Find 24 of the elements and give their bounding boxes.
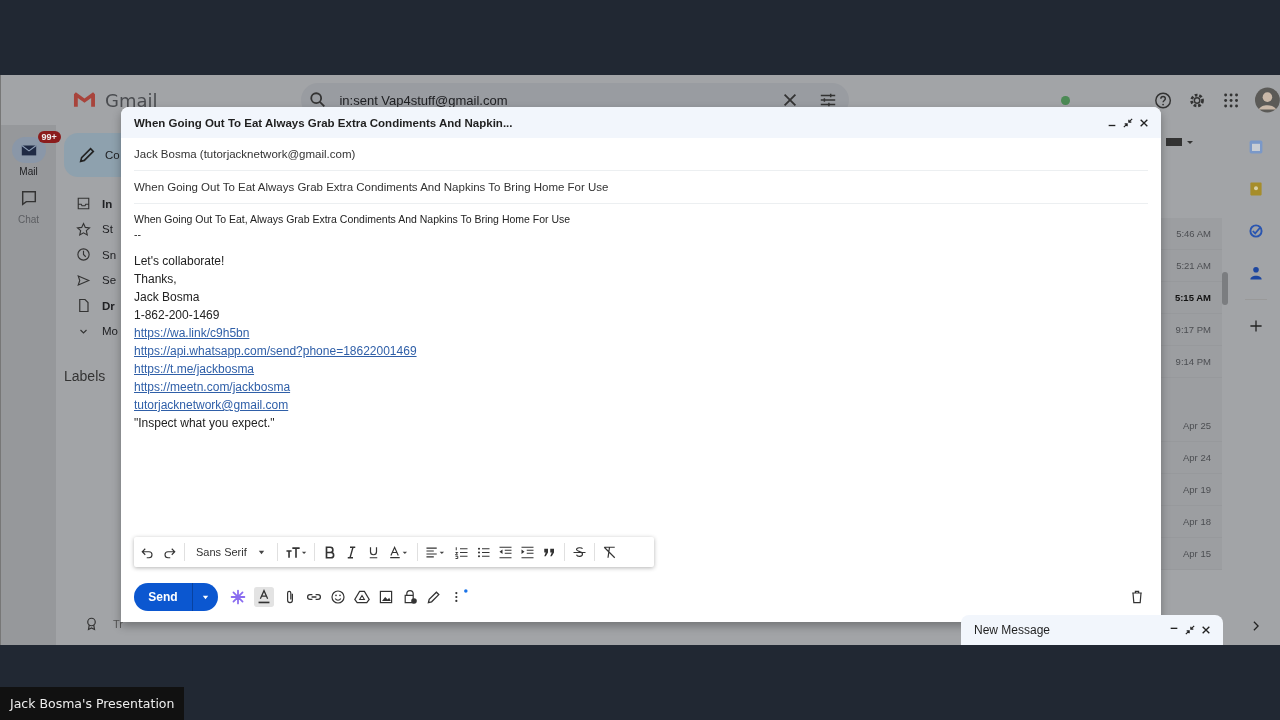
body-text: Thanks,	[134, 271, 177, 288]
body-text: When Going Out To Eat, Always Grab Extra Condiments And Napkins To Bring Home For Use	[134, 212, 571, 227]
unread-count: 99+	[37, 131, 61, 143]
body-text: 1-862-200-1469	[134, 307, 220, 324]
body-text: Let's collaborate!	[134, 253, 225, 270]
rail-label: Chat	[17, 214, 40, 225]
compose-title: New Message	[974, 623, 1052, 637]
body-text: Jack Bosma	[134, 289, 200, 306]
message-time: 5:21 AM	[1176, 260, 1211, 271]
body-text: --	[134, 227, 141, 242]
body-text: "Inspect what you expect."	[134, 415, 275, 432]
message-date: Apr 25	[1183, 420, 1211, 431]
message-date: Apr 19	[1183, 484, 1211, 495]
message-time: 5:15 AM	[1174, 292, 1211, 303]
message-date: Apr 15	[1183, 548, 1211, 559]
presentation-label: Jack Bosma's Presentation	[0, 687, 185, 720]
rail-label: Mail	[19, 166, 38, 177]
message-time: 5:46 AM	[1176, 228, 1211, 239]
message-date: Apr 24	[1183, 452, 1211, 463]
message-time: 9:14 PM	[1175, 356, 1211, 367]
compose-title: When Going Out To Eat Always Grab Extra Condiments And Napkin...	[134, 116, 514, 129]
app-name: Gmail	[104, 89, 158, 111]
message-time: 9:17 PM	[1175, 324, 1211, 335]
message-date: Apr 18	[1183, 516, 1211, 527]
